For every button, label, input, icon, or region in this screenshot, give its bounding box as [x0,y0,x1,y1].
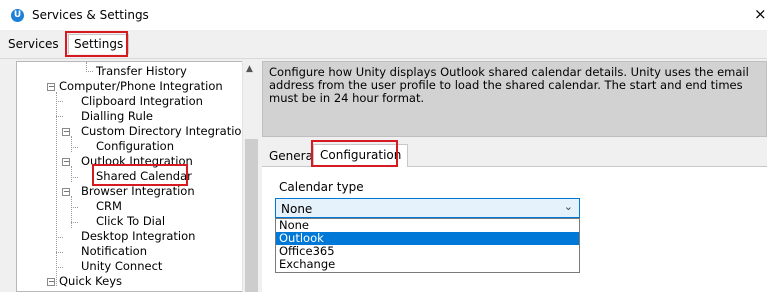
collapse-icon[interactable]: − [62,188,70,196]
close-icon[interactable]: × [754,5,767,23]
collapse-icon[interactable]: − [62,158,70,166]
tree-item-crm[interactable]: CRM [96,199,122,213]
tab-services[interactable]: Services [8,37,59,51]
description-text: Configure how Unity displays Outlook sha… [269,65,749,105]
settings-tree: Transfer History − Computer/Phone Integr… [16,61,259,292]
top-tab-strip: Services Settings [0,30,767,59]
tab-configuration[interactable]: Configuration [313,144,409,167]
tree-item-computer-phone-integration[interactable]: Computer/Phone Integration [59,79,223,93]
scroll-up-arrow-icon[interactable]: ▲ [246,64,253,74]
calendar-type-value: None [281,202,313,216]
tree-item-clipboard-integration[interactable]: Clipboard Integration [81,94,203,108]
tree-item-unity-connect[interactable]: Unity Connect [81,259,162,273]
tree-item-outlook-integration[interactable]: Outlook Integration [81,154,193,168]
tree-item-shared-calendar[interactable]: Shared Calendar [96,169,192,183]
tab-settings[interactable]: Settings [68,34,130,54]
tree-item-transfer-history[interactable]: Transfer History [96,64,187,78]
tree-scrollbar[interactable]: ▲ [242,61,260,292]
tree-item-custom-directory-integration[interactable]: Custom Directory Integration [81,124,249,138]
scroll-thumb[interactable] [245,139,258,292]
collapse-icon[interactable]: − [62,128,70,136]
description-box: Configure how Unity displays Outlook sha… [262,61,767,137]
chevron-down-icon[interactable]: ⌄ [564,200,573,213]
calendar-type-label: Calendar type [279,180,364,194]
calendar-type-select[interactable]: None ⌄ [275,198,580,218]
option-exchange[interactable]: Exchange [276,258,579,271]
tree-item-quick-keys[interactable]: Quick Keys [59,274,122,288]
tree-item-dialling-rule[interactable]: Dialling Rule [81,109,153,123]
calendar-type-options: None Outlook Office365 Exchange [275,218,580,273]
tree-item-desktop-integration[interactable]: Desktop Integration [81,229,195,243]
collapse-icon[interactable]: − [47,83,55,91]
collapse-icon[interactable]: − [47,278,55,286]
tree-item-configuration[interactable]: Configuration [96,139,174,153]
tab-general[interactable]: General [269,149,316,163]
title-bar: U Services & Settings × [0,0,767,30]
tree-item-click-to-dial[interactable]: Click To Dial [96,214,165,228]
tree-item-browser-integration[interactable]: Browser Integration [81,184,195,198]
window-title: Services & Settings [32,8,149,22]
panel-tab-strip: General Configuration [262,140,767,168]
tree-item-notification[interactable]: Notification [81,244,147,258]
unity-logo-icon: U [11,9,24,22]
